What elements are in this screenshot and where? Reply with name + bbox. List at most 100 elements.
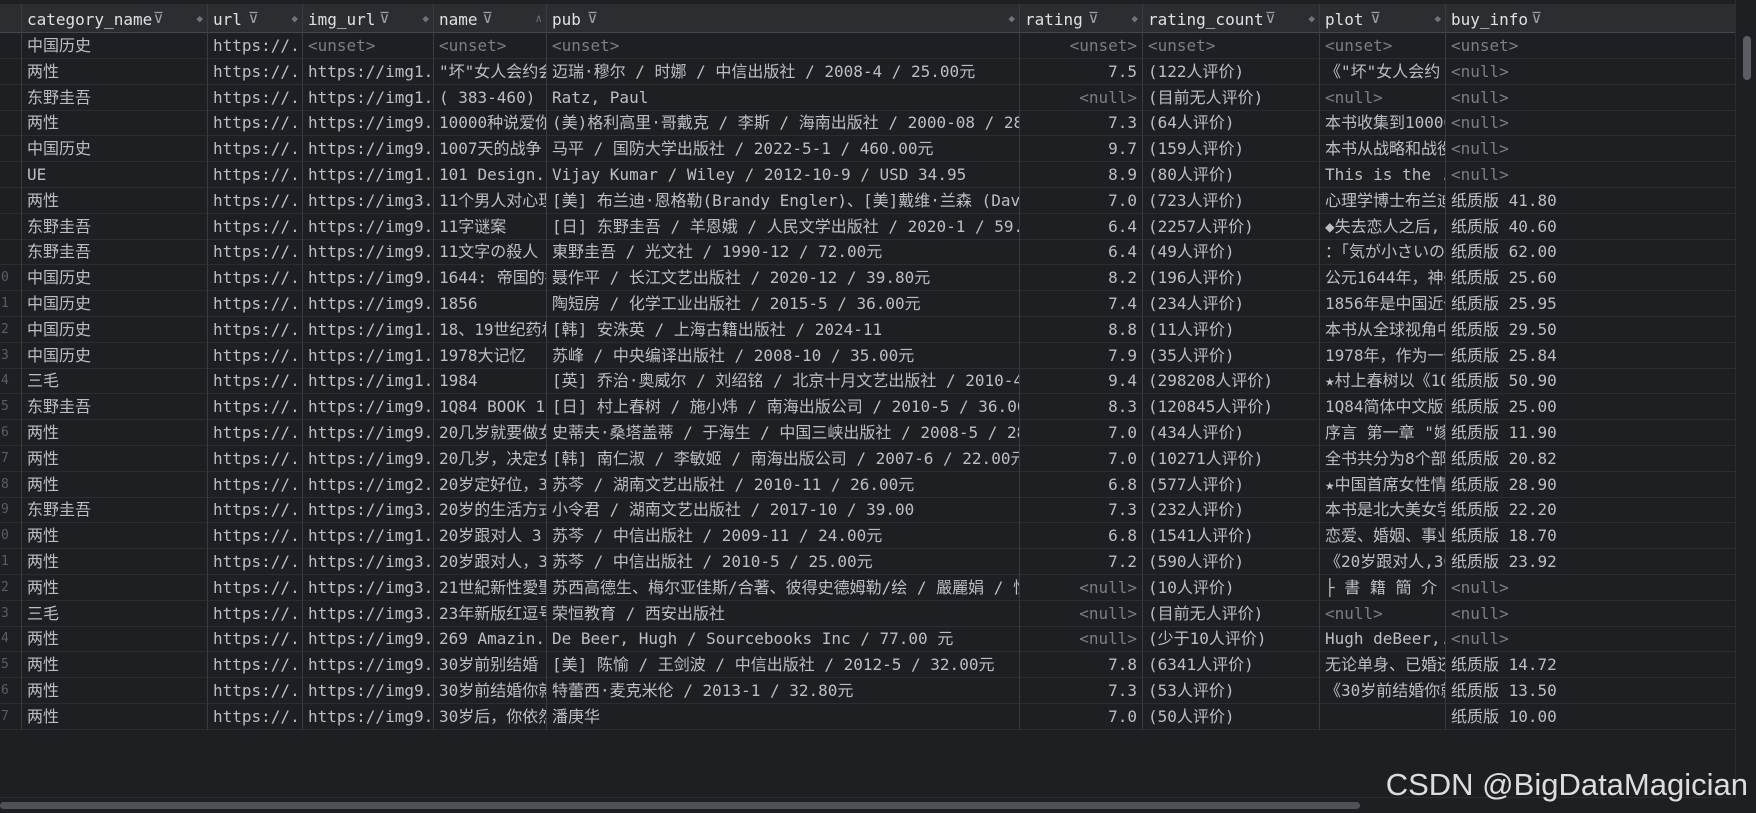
cell-rating-count[interactable]: (232人评价) bbox=[1143, 497, 1320, 524]
cell-category-name[interactable]: 两性 bbox=[22, 574, 208, 601]
cell-plot[interactable]: 全书共分为8个部分 bbox=[1320, 445, 1446, 472]
cell-url[interactable]: https://... bbox=[208, 213, 303, 240]
cell-category-name[interactable]: 两性 bbox=[22, 58, 208, 85]
cell-buy-info[interactable]: <unset> bbox=[1446, 33, 1736, 59]
cell-url[interactable]: https://... bbox=[208, 394, 303, 421]
cell-rating[interactable]: 6.8 bbox=[1020, 523, 1143, 550]
cell-name[interactable]: <unset> bbox=[434, 33, 547, 59]
cell-rating[interactable]: 7.0 bbox=[1020, 445, 1143, 472]
cell-plot[interactable]: 本书收集到10000 bbox=[1320, 110, 1446, 137]
cell-category-name[interactable]: 东野圭吾 bbox=[22, 213, 208, 240]
cell-img-url[interactable]: https://img9... bbox=[303, 420, 434, 446]
cell-rating[interactable]: 7.4 bbox=[1020, 291, 1143, 317]
cell-buy-info[interactable]: 纸质版 20.82 bbox=[1446, 445, 1736, 472]
cell-rating-count[interactable]: (10271人评价) bbox=[1143, 445, 1320, 472]
cell-img-url[interactable]: https://img1... bbox=[303, 316, 434, 343]
table-row[interactable]: 两性https://...https://img9...10000种说爱你(美)… bbox=[0, 110, 1736, 137]
table-row[interactable]: 0中国历史https://...https://img9...1644: 帝国的… bbox=[0, 265, 1736, 292]
cell-plot[interactable]: <null> bbox=[1320, 84, 1446, 111]
cell-url[interactable]: https://... bbox=[208, 445, 303, 472]
cell-rating[interactable]: 9.4 bbox=[1020, 368, 1143, 395]
column-header-buy-info[interactable]: buy_info ⊽ bbox=[1446, 4, 1736, 33]
cell-url[interactable]: https://... bbox=[208, 316, 303, 343]
cell-category-name[interactable]: 两性 bbox=[22, 187, 208, 214]
cell-plot[interactable]: ├ 書 籍 簡 介 bbox=[1320, 574, 1446, 601]
cell-name[interactable]: 1856 bbox=[434, 291, 547, 317]
table-row[interactable]: 1两性https://...https://img3...20岁跟对人，3苏芩 … bbox=[0, 549, 1736, 575]
table-row[interactable]: 2两性https://...https://img3...21世紀新性愛聖苏西高… bbox=[0, 574, 1736, 601]
cell-img-url[interactable]: https://img2... bbox=[303, 471, 434, 498]
cell-plot[interactable]: ：「気が小さいの bbox=[1320, 239, 1446, 266]
cell-rating-count[interactable]: (196人评价) bbox=[1143, 265, 1320, 292]
cell-plot[interactable]: 恋爱、婚姻、事业 bbox=[1320, 523, 1446, 550]
cell-pub[interactable]: 特蕾西·麦克米伦 / 2013-1 / 32.80元 bbox=[547, 678, 1020, 704]
cell-rating-count[interactable]: (目前无人评价) bbox=[1143, 600, 1320, 627]
cell-plot[interactable]: ★村上春树以《1Q bbox=[1320, 368, 1446, 395]
cell-name[interactable]: 11文字の殺人 bbox=[434, 239, 547, 266]
cell-img-url[interactable]: https://img1... bbox=[303, 162, 434, 188]
cell-name[interactable]: 20几岁，决定女 bbox=[434, 445, 547, 472]
cell-plot[interactable]: Hugh deBeer,... bbox=[1320, 626, 1446, 653]
cell-name[interactable]: ( 383-460) bbox=[434, 84, 547, 111]
cell-category-name[interactable]: 两性 bbox=[22, 523, 208, 550]
cell-category-name[interactable]: 中国历史 bbox=[22, 33, 208, 59]
cell-buy-info[interactable]: 纸质版 22.20 bbox=[1446, 497, 1736, 524]
cell-name[interactable]: 30岁后，你依然 bbox=[434, 703, 547, 730]
cell-buy-info[interactable]: 纸质版 28.90 bbox=[1446, 471, 1736, 498]
cell-url[interactable]: https://... bbox=[208, 239, 303, 266]
vertical-scrollbar[interactable] bbox=[1735, 0, 1756, 798]
cell-rating[interactable]: <null> bbox=[1020, 626, 1143, 653]
cell-img-url[interactable]: https://img1... bbox=[303, 342, 434, 369]
cell-buy-info[interactable]: <null> bbox=[1446, 136, 1736, 163]
sort-ascending-icon[interactable]: ∧ bbox=[535, 4, 542, 32]
cell-category-name[interactable]: 东野圭吾 bbox=[22, 239, 208, 266]
cell-rating[interactable]: 7.9 bbox=[1020, 342, 1143, 369]
table-row[interactable]: 东野圭吾https://...https://img9...11文字の殺人東野圭… bbox=[0, 239, 1736, 266]
cell-plot[interactable]: 本书从战略和战役 bbox=[1320, 136, 1446, 163]
column-header-category-name[interactable]: category_name ⊽ ◆ bbox=[22, 4, 208, 33]
cell-name[interactable]: 1007天的战争 bbox=[434, 136, 547, 163]
cell-rating[interactable]: 7.0 bbox=[1020, 420, 1143, 446]
table-row[interactable]: 两性https://...https://img1..."坏"女人会约会迈瑞·穆… bbox=[0, 58, 1736, 85]
cell-rating-count[interactable]: (64人评价) bbox=[1143, 110, 1320, 137]
cell-buy-info[interactable]: 纸质版 50.90 bbox=[1446, 368, 1736, 395]
cell-buy-info[interactable]: 纸质版 41.80 bbox=[1446, 187, 1736, 214]
cell-name[interactable]: 269 Amazin... bbox=[434, 626, 547, 653]
cell-pub[interactable]: <unset> bbox=[547, 33, 1020, 59]
cell-img-url[interactable]: https://img1... bbox=[303, 84, 434, 111]
sort-icon[interactable]: ◆ bbox=[1308, 4, 1315, 32]
cell-rating[interactable]: <unset> bbox=[1020, 33, 1143, 59]
table-row[interactable]: 9东野圭吾https://...https://img3...20岁的生活方式小… bbox=[0, 497, 1736, 524]
cell-img-url[interactable]: https://img9... bbox=[303, 678, 434, 704]
table-row[interactable]: 5两性https://...https://img9...30岁前别结婚[美] … bbox=[0, 652, 1736, 679]
cell-img-url[interactable]: https://img9... bbox=[303, 703, 434, 730]
cell-buy-info[interactable]: 纸质版 14.72 bbox=[1446, 652, 1736, 679]
sort-icon[interactable]: ◆ bbox=[196, 4, 203, 32]
cell-category-name[interactable]: 三毛 bbox=[22, 368, 208, 395]
cell-img-url[interactable]: https://img1... bbox=[303, 523, 434, 550]
cell-url[interactable]: https://... bbox=[208, 600, 303, 627]
cell-plot[interactable]: <null> bbox=[1320, 600, 1446, 627]
cell-plot[interactable]: ◆失去恋人之后, bbox=[1320, 213, 1446, 240]
cell-url[interactable]: https://... bbox=[208, 265, 303, 292]
table-row[interactable]: 6两性https://...https://img9...30岁前结婚你就特蕾西… bbox=[0, 678, 1736, 704]
cell-img-url[interactable]: https://img3... bbox=[303, 187, 434, 214]
cell-rating-count[interactable]: (434人评价) bbox=[1143, 420, 1320, 446]
cell-rating-count[interactable]: (6341人评价) bbox=[1143, 652, 1320, 679]
cell-pub[interactable]: 史蒂夫·桑塔盖蒂 / 于海生 / 中国三峡出版社 / 2008-5 / 28. bbox=[547, 420, 1020, 446]
table-row[interactable]: 6两性https://...https://img9...20几岁就要做女史蒂夫… bbox=[0, 420, 1736, 446]
cell-rating[interactable]: 7.3 bbox=[1020, 678, 1143, 704]
table-row[interactable]: 7两性https://...https://img9...30岁后，你依然潘庚华… bbox=[0, 703, 1736, 730]
sort-icon[interactable]: ◆ bbox=[1131, 4, 1138, 32]
column-header-pub[interactable]: pub ⊽ ◆ bbox=[547, 4, 1020, 33]
cell-category-name[interactable]: 两性 bbox=[22, 703, 208, 730]
cell-buy-info[interactable]: <null> bbox=[1446, 58, 1736, 85]
cell-pub[interactable]: 苏峰 / 中央编译出版社 / 2008-10 / 35.00元 bbox=[547, 342, 1020, 369]
table-row[interactable]: 中国历史https://...https://img9...1007天的战争马平… bbox=[0, 136, 1736, 163]
filter-icon[interactable]: ⊽ bbox=[248, 4, 259, 32]
cell-plot[interactable]: 序言 第一章 "嫁 bbox=[1320, 420, 1446, 446]
cell-category-name[interactable]: 两性 bbox=[22, 445, 208, 472]
table-row[interactable]: 5东野圭吾https://...https://img9...1Q84 BOOK… bbox=[0, 394, 1736, 421]
cell-pub[interactable]: [韩] 安洙英 / 上海古籍出版社 / 2024-11 bbox=[547, 316, 1020, 343]
cell-name[interactable]: 21世紀新性愛聖 bbox=[434, 574, 547, 601]
